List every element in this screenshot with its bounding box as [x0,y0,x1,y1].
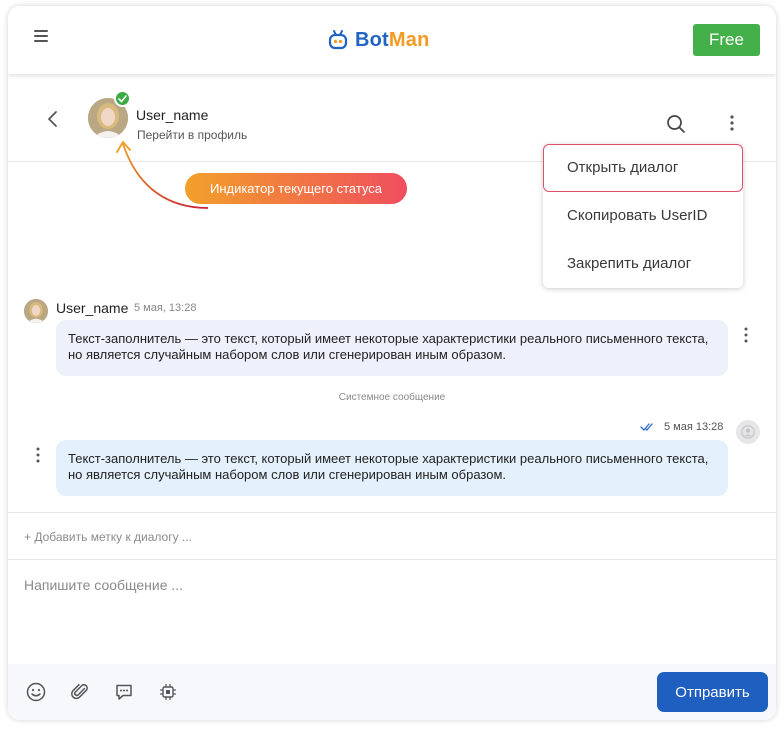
menu-item-copy-userid[interactable]: Скопировать UserID [543,192,743,240]
message-input[interactable] [24,574,754,596]
composer-toolbar: Отправить [8,664,776,720]
message-composer [8,560,776,664]
dialog-tag-row: + Добавить метку к диалогу ... [8,512,776,560]
message-author: User_name [56,300,129,316]
app-header: BotMan Free [8,6,776,74]
status-indicator-annotation: Индикатор текущего статуса [185,173,407,204]
send-button[interactable]: Отправить [657,672,768,712]
bot-icon[interactable] [156,680,180,704]
logo-text: BotMan [355,29,430,52]
message-time: 5 мая, 13:28 [134,302,197,314]
bot-logo-icon [328,30,348,50]
outgoing-message-bubble: Текст-заполнитель — это текст, который и… [56,440,728,496]
avatar-portrait-icon [24,299,48,323]
chevron-left-icon[interactable] [46,110,60,128]
menu-item-open-dialog[interactable]: Открыть диалог [543,144,743,192]
message-more-icon[interactable] [741,326,751,344]
paperclip-icon[interactable] [68,680,92,704]
user-placeholder-icon [741,425,755,439]
incoming-message-bubble: Текст-заполнитель — это текст, который и… [56,320,728,376]
add-tag-link[interactable]: + Добавить метку к диалогу ... [24,530,192,544]
search-icon[interactable] [666,114,686,134]
logo-man: Man [388,28,430,51]
logo-bot: Bot [355,28,389,51]
quick-reply-icon[interactable] [112,680,136,704]
app-window: BotMan Free User_name Перейти в профиль [8,6,776,720]
message-avatar [24,299,48,323]
double-check-icon [640,423,653,431]
emoji-icon[interactable] [24,680,48,704]
chat-user-name: User_name [136,107,209,123]
status-check-icon [114,90,131,107]
more-vertical-icon[interactable] [724,114,740,132]
message-time: 5 мая 13:28 [664,421,724,433]
system-message: Системное сообщение [338,392,446,403]
plan-free-button[interactable]: Free [693,24,760,56]
hamburger-icon[interactable] [34,30,48,44]
operator-avatar [736,420,760,444]
botman-logo: BotMan [327,27,430,53]
menu-item-pin-dialog[interactable]: Закрепить диалог [543,240,743,288]
chat-options-menu: Открыть диалог Скопировать UserID Закреп… [543,144,743,288]
message-more-icon[interactable] [33,446,43,464]
